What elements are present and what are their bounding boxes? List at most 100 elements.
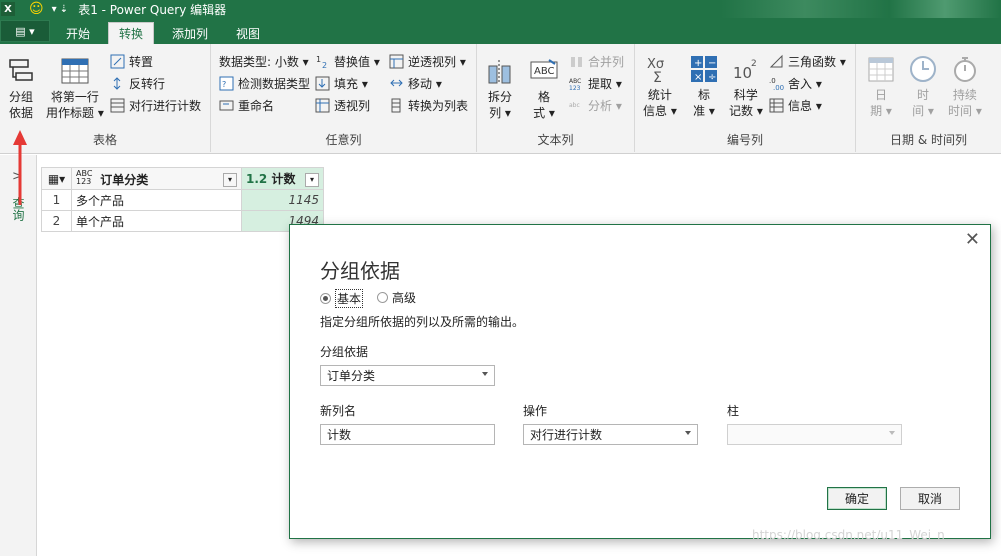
clock-icon [910, 56, 936, 82]
time-button[interactable]: 时 间 ▾ [908, 54, 938, 119]
group-number-column: Xσ Σ 统计 信息 ▾ + − × ÷ 标 准 ▾ 10 2 科学 记数 ▾ 三角函数 … [635, 44, 856, 152]
svg-text:+: + [694, 58, 702, 69]
group-by-select[interactable]: 订单分类 [320, 365, 495, 386]
fill-button[interactable]: 填充 ▾ [315, 74, 368, 92]
tab-home[interactable]: 开始 [56, 22, 100, 44]
parse-label: 分析 ▾ [588, 98, 622, 113]
column-header-count[interactable]: 1.2 计数 ▾ [241, 167, 324, 190]
parse-button[interactable]: abc 分析 ▾ [569, 96, 622, 114]
svg-text:ABC: ABC [534, 66, 555, 77]
tab-add-column[interactable]: 添加列 [162, 22, 218, 44]
smiley-icon[interactable]: ☺ [29, 1, 44, 17]
column-header-category[interactable]: ABC 123 订单分类 ▾ [71, 167, 242, 190]
merge-columns-icon [571, 56, 582, 67]
convert-to-list-button[interactable]: 转换为列表 [389, 96, 468, 114]
count-rows-button[interactable]: 对行进行计数 [110, 96, 201, 114]
blurred-area [721, 0, 1001, 18]
chevron-down-icon[interactable] [685, 431, 691, 435]
transpose-button[interactable]: 转置 [110, 52, 153, 70]
number-info-button[interactable]: 信息 ▾ [769, 96, 822, 114]
group-label-number-column: 编号列 [726, 133, 763, 147]
data-type-dropdown[interactable]: 数据类型: 小数 ▾ [219, 52, 309, 70]
svg-text:.00: .00 [773, 84, 784, 91]
radio-selected-icon[interactable] [320, 293, 331, 304]
transpose-icon [110, 54, 125, 68]
stopwatch-icon [953, 57, 976, 82]
move-button[interactable]: 移动 ▾ [389, 74, 442, 92]
chevron-down-icon[interactable] [482, 372, 488, 376]
format-button[interactable]: ABC 格 式 ▾ [529, 56, 559, 121]
operation-value: 对行进行计数 [530, 428, 603, 442]
window-title: 表1 - Power Query 编辑器 [78, 2, 227, 17]
use-first-row-button[interactable]: 将第一行 用作标题 ▾ [46, 56, 104, 121]
extract-button[interactable]: ABC 123 提取 ▾ [569, 74, 622, 92]
svg-text:2: 2 [322, 61, 327, 69]
replace-values-button[interactable]: 1 2 替换值 ▾ [315, 52, 380, 70]
standard-button[interactable]: + − × ÷ 标 准 ▾ [689, 54, 719, 119]
table-menu-icon[interactable]: ▦▾ [41, 167, 72, 190]
trig-label: 三角函数 ▾ [788, 54, 846, 69]
operation-label: 操作 [523, 404, 548, 418]
dialog-title: 分组依据 [320, 259, 400, 283]
cell-category[interactable]: 多个产品 [71, 189, 242, 211]
type-any-icon[interactable]: ABC 123 [76, 169, 96, 186]
close-icon[interactable]: ✕ [965, 229, 980, 250]
dialog-description: 指定分组所依据的列以及所需的输出。 [320, 315, 525, 329]
stats-label-1: 统计 [647, 88, 672, 102]
filter-dropdown-icon[interactable]: ▾ [223, 172, 237, 187]
cancel-button[interactable]: 取消 [900, 487, 960, 510]
filter-dropdown-icon[interactable]: ▾ [305, 173, 319, 187]
first-row-label-2: 用作标题 ▾ [46, 106, 104, 120]
detect-type-button[interactable]: ? 检测数据类型 [219, 74, 310, 92]
rounding-icon: .0.00 [769, 77, 784, 91]
quick-access-dropdown-icon[interactable]: ▾ ⇣ [52, 4, 69, 15]
chevron-down-icon[interactable] [889, 431, 895, 435]
group-datetime: 日 期 ▾ 时 间 ▾ 持续 时间 ▾ 日期 & 时间列 [856, 44, 1001, 152]
reverse-rows-icon [113, 76, 121, 90]
scientific-button[interactable]: 10 2 科学 记数 ▾ [729, 54, 763, 119]
type-decimal-icon[interactable]: 1.2 [246, 172, 267, 186]
cell-count[interactable]: 1145 [241, 189, 324, 211]
extract-icon: ABC123 [569, 78, 581, 91]
new-column-name-input[interactable]: 计数 [320, 424, 495, 445]
file-menu-button[interactable]: ▤ ▾ [0, 20, 50, 42]
statistics-button[interactable]: Xσ Σ 统计 信息 ▾ [643, 54, 677, 119]
sci-label-2: 记数 ▾ [729, 104, 763, 118]
standard-ops-icon: + −× ÷ [691, 56, 717, 83]
rename-button[interactable]: 重命名 [219, 96, 274, 114]
column-name-count: 计数 [271, 172, 296, 186]
group-by-label-1: 分组 [8, 90, 33, 104]
statistics-icon: XσΣ [647, 57, 664, 84]
unpivot-button[interactable]: 逆透视列 ▾ [389, 52, 466, 70]
watermark-text: https://blog.csdn.net/u11_Wei_n [752, 528, 945, 542]
detect-label: 检测数据类型 [238, 76, 311, 91]
reverse-rows-button[interactable]: 反转行 [110, 74, 165, 92]
date-label-2: 期 ▾ [870, 104, 892, 118]
duration-button[interactable]: 持续 时间 ▾ [948, 54, 982, 119]
tab-transform[interactable]: 转换 [108, 22, 155, 44]
format-label-2: 式 ▾ [533, 106, 555, 120]
new-column-name-label: 新列名 [320, 404, 357, 418]
operation-select[interactable]: 对行进行计数 [523, 424, 698, 445]
pivot-column-button[interactable]: 透视列 [315, 96, 370, 114]
group-by-button[interactable]: 分组 依据 [6, 56, 36, 121]
split-column-icon [488, 60, 511, 84]
split-column-button[interactable]: 拆分 列 ▾ [485, 56, 515, 121]
radio-unselected-icon[interactable] [377, 292, 388, 303]
radio-advanced[interactable]: 高级 [377, 289, 416, 306]
cell-category[interactable]: 单个产品 [71, 210, 242, 232]
merge-columns-button[interactable]: 合并列 [569, 52, 624, 70]
replace-icon: 12 [316, 55, 327, 69]
duration-label-1: 持续 [952, 88, 977, 102]
column-select[interactable] [727, 424, 902, 445]
radio-basic[interactable]: 基本 [320, 289, 364, 308]
queries-pane-collapsed[interactable]: > 查询 [0, 155, 37, 556]
trigonometry-button[interactable]: 三角函数 ▾ [769, 52, 846, 70]
extract-label: 提取 ▾ [588, 76, 622, 91]
column-label: 柱 [727, 404, 740, 418]
date-button[interactable]: 日 期 ▾ [866, 54, 896, 119]
rounding-button[interactable]: .0.00 舍入 ▾ [769, 74, 822, 92]
ok-button[interactable]: 确定 [827, 487, 887, 510]
tab-view[interactable]: 视图 [226, 22, 270, 44]
svg-text:÷: ÷ [708, 72, 716, 83]
